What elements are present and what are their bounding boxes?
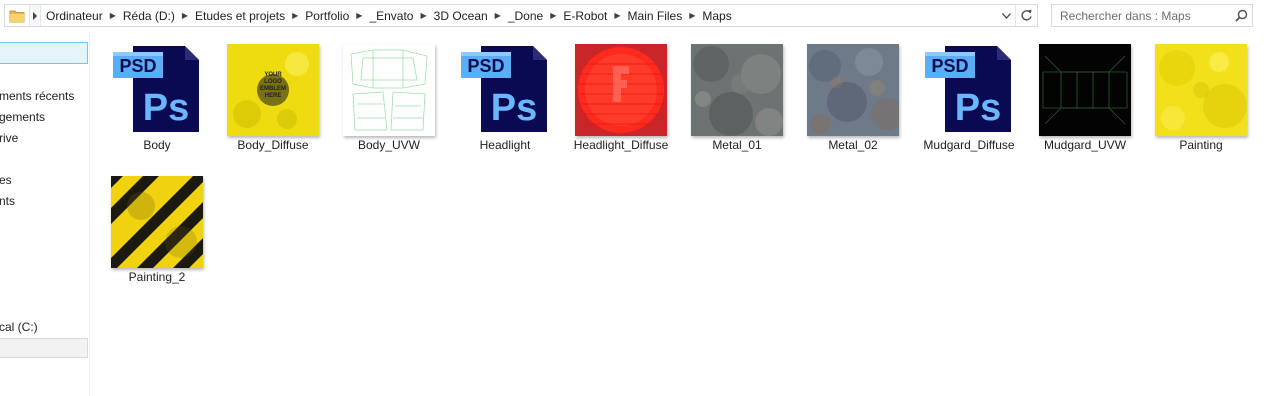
address-history-chevron-down-icon[interactable]: [997, 5, 1015, 26]
psd-badge-text: PSD: [119, 56, 156, 76]
breadcrumb-item[interactable]: E-Robot ▶: [558, 5, 622, 26]
search-box[interactable]: [1051, 4, 1253, 27]
nav-item-recent-places[interactable]: ments récents: [0, 86, 74, 106]
file-name[interactable]: Mudgard_UVW: [1021, 138, 1149, 153]
breadcrumb-item-current[interactable]: Maps: [697, 5, 736, 26]
texture-thumbnail: [343, 44, 435, 136]
navigation-pane: ments récents gements rive es nts cal (C…: [0, 32, 90, 396]
breadcrumb-label[interactable]: 3D Ocean: [429, 9, 493, 23]
texture-thumbnail: [575, 44, 667, 136]
texture-thumbnail: [1039, 44, 1131, 136]
address-root-chevron-icon[interactable]: [29, 5, 41, 26]
breadcrumb-item[interactable]: 3D Ocean ▶: [429, 5, 503, 26]
chevron-right-icon[interactable]: ▶: [418, 11, 428, 20]
breadcrumb-item[interactable]: _Done ▶: [503, 5, 559, 26]
texture-thumbnail: [111, 176, 203, 268]
logo-text: HERE: [265, 93, 282, 99]
nav-item-local-disk[interactable]: cal (C:): [0, 317, 38, 337]
breadcrumb-item[interactable]: Main Files ▶: [623, 5, 698, 26]
file-name[interactable]: Painting_2: [93, 270, 221, 285]
chevron-right-icon[interactable]: ▶: [687, 11, 697, 20]
file-name[interactable]: Headlight: [441, 138, 569, 153]
folder-icon[interactable]: [5, 5, 29, 26]
ps-letters: Ps: [491, 87, 537, 129]
address-bar[interactable]: Ordinateur ▶ Réda (D:) ▶ Etudes et projets…: [4, 4, 1038, 27]
psd-file-icon: PSD Ps: [461, 46, 547, 132]
file-name[interactable]: Metal_02: [789, 138, 917, 153]
breadcrumb-label[interactable]: Etudes et projets: [190, 9, 290, 23]
chevron-right-icon[interactable]: ▶: [548, 11, 558, 20]
breadcrumb: Ordinateur ▶ Réda (D:) ▶ Etudes et projets…: [41, 5, 997, 26]
chevron-right-icon[interactable]: ▶: [612, 11, 622, 20]
ps-letters: Ps: [143, 87, 189, 129]
nav-item-downloads[interactable]: gements: [0, 107, 45, 127]
nav-item-libraries[interactable]: es: [0, 170, 12, 190]
nav-item-onedrive[interactable]: rive: [0, 128, 18, 148]
file-view: PSD Ps Body YOUR LOGO EMBLEM HERE Body_D…: [92, 40, 1264, 396]
logo-text: YOUR: [264, 72, 282, 78]
breadcrumb-label[interactable]: Main Files: [623, 9, 688, 23]
breadcrumb-label[interactable]: Maps: [697, 9, 736, 23]
breadcrumb-item[interactable]: _Envato ▶: [364, 5, 428, 26]
texture-thumbnail: [1155, 44, 1247, 136]
texture-thumbnail: YOUR LOGO EMBLEM HERE: [227, 44, 319, 136]
chevron-right-icon[interactable]: ▶: [354, 11, 364, 20]
search-icon[interactable]: [1230, 5, 1252, 26]
chevron-right-icon[interactable]: ▶: [290, 11, 300, 20]
nav-item-drive[interactable]: [0, 338, 88, 358]
breadcrumb-label[interactable]: Réda (D:): [118, 9, 180, 23]
breadcrumb-label[interactable]: E-Robot: [558, 9, 612, 23]
breadcrumb-item[interactable]: Etudes et projets ▶: [190, 5, 300, 26]
file-name[interactable]: Metal_01: [673, 138, 801, 153]
chevron-right-icon[interactable]: ▶: [108, 11, 118, 20]
psd-badge-text: PSD: [931, 56, 968, 76]
psd-file-icon: PSD Ps: [113, 46, 199, 132]
file-name[interactable]: Headlight_Diffuse: [557, 138, 685, 153]
file-name[interactable]: Mudgard_Diffuse: [905, 138, 1033, 153]
refresh-icon[interactable]: [1015, 5, 1037, 26]
texture-thumbnail: [691, 44, 783, 136]
ps-letters: Ps: [955, 87, 1001, 129]
logo-text: LOGO: [264, 79, 282, 85]
psd-file-icon: PSD Ps: [925, 46, 1011, 132]
logo-text: EMBLEM: [260, 86, 286, 92]
chevron-right-icon[interactable]: ▶: [180, 11, 190, 20]
nav-item-documents[interactable]: nts: [0, 191, 15, 211]
breadcrumb-item[interactable]: Portfolio ▶: [300, 5, 364, 26]
file-name[interactable]: Painting: [1137, 138, 1264, 153]
breadcrumb-label[interactable]: Ordinateur: [41, 9, 108, 23]
breadcrumb-label[interactable]: _Done: [503, 9, 548, 23]
file-name[interactable]: Body: [93, 138, 221, 153]
search-input[interactable]: [1052, 5, 1230, 26]
nav-selected-item[interactable]: [0, 42, 88, 64]
breadcrumb-item[interactable]: Ordinateur ▶: [41, 5, 118, 26]
breadcrumb-item[interactable]: Réda (D:) ▶: [118, 5, 190, 26]
toolbar: Ordinateur ▶ Réda (D:) ▶ Etudes et projets…: [0, 0, 1264, 32]
breadcrumb-label[interactable]: _Envato: [364, 9, 418, 23]
psd-badge-text: PSD: [467, 56, 504, 76]
chevron-right-icon[interactable]: ▶: [493, 11, 503, 20]
file-name[interactable]: Body_Diffuse: [209, 138, 337, 153]
texture-thumbnail: [807, 44, 899, 136]
file-name[interactable]: Body_UVW: [325, 138, 453, 153]
breadcrumb-label[interactable]: Portfolio: [300, 9, 354, 23]
